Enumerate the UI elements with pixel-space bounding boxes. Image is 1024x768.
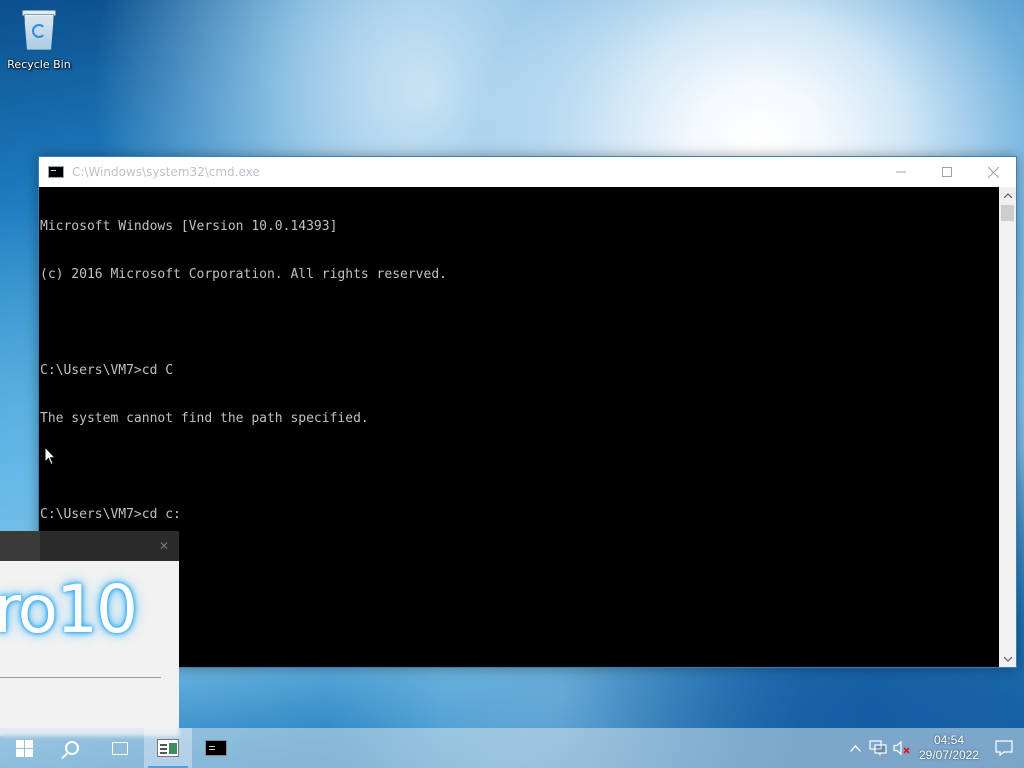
taskbar: 04:54 29/07/2022	[0, 728, 1024, 768]
background-window[interactable]: ✕ ro10	[0, 531, 179, 736]
start-button[interactable]	[0, 728, 48, 768]
scroll-thumb[interactable]	[1001, 205, 1014, 221]
desktop-icon-recycle-bin[interactable]: Recycle Bin	[4, 6, 74, 71]
console-prompt[interactable]: C:\Users\VM7>	[40, 651, 999, 667]
chevron-up-icon	[1003, 192, 1012, 198]
clock-time: 04:54	[933, 733, 965, 747]
search-icon	[65, 741, 79, 755]
background-window-titlebar[interactable]: ✕	[0, 531, 179, 561]
desktop-icon-label: Recycle Bin	[7, 58, 71, 71]
cmd-window-title: C:\Windows\system32\cmd.exe	[72, 165, 260, 179]
console-line: C:\Users\VM7>cd c:	[40, 507, 181, 522]
close-icon	[987, 166, 999, 178]
cmd-body: Microsoft Windows [Version 10.0.14393] (…	[39, 187, 1016, 667]
app-window-icon	[157, 739, 179, 757]
close-button[interactable]	[970, 157, 1016, 187]
console-output[interactable]: Microsoft Windows [Version 10.0.14393] (…	[39, 187, 999, 667]
volume-button[interactable]	[890, 728, 914, 768]
console-line: Microsoft Windows [Version 10.0.14393]	[40, 219, 338, 234]
maximize-icon	[942, 167, 952, 177]
task-view-button[interactable]	[96, 728, 144, 768]
minimize-button[interactable]	[878, 157, 924, 187]
recycle-bin-icon	[20, 6, 58, 52]
console-line: C:\Users\VM7>cd C	[40, 363, 174, 378]
product-logo: ro10	[0, 571, 138, 648]
network-icon	[869, 740, 887, 756]
scroll-up-button[interactable]	[999, 187, 1016, 203]
action-center-icon	[995, 740, 1013, 756]
vertical-scrollbar[interactable]	[999, 187, 1016, 667]
clock[interactable]: 04:54 29/07/2022	[914, 728, 984, 768]
minimize-icon	[896, 171, 906, 173]
cmd-icon	[205, 740, 227, 756]
chevron-down-icon	[1003, 656, 1012, 662]
scroll-down-button[interactable]	[999, 651, 1016, 667]
console-line: The system cannot find the path specifie…	[40, 411, 369, 426]
network-button[interactable]	[866, 728, 890, 768]
taskbar-cmd[interactable]	[192, 728, 240, 768]
chevron-up-icon	[849, 744, 861, 752]
mouse-cursor-icon	[44, 446, 56, 466]
cmd-window[interactable]: C:\Windows\system32\cmd.exe Microsoft Wi…	[38, 156, 1017, 668]
action-center-button[interactable]	[984, 728, 1024, 768]
system-tray: 04:54 29/07/2022	[844, 728, 1024, 768]
window-controls	[878, 157, 1016, 187]
windows-start-icon	[15, 739, 33, 757]
console-line: (c) 2016 Microsoft Corporation. All righ…	[40, 267, 447, 282]
close-icon[interactable]: ✕	[159, 539, 169, 553]
task-view-icon	[112, 741, 128, 755]
taskbar-app-window[interactable]	[144, 728, 192, 768]
divider	[0, 677, 161, 678]
search-button[interactable]	[48, 728, 96, 768]
maximize-button[interactable]	[924, 157, 970, 187]
show-hidden-icons-button[interactable]	[844, 728, 866, 768]
console-line: C:\Users\VM7	[40, 555, 999, 571]
cmd-icon[interactable]	[48, 166, 64, 178]
clock-date: 29/07/2022	[918, 748, 980, 762]
cmd-titlebar[interactable]: C:\Windows\system32\cmd.exe	[39, 157, 1016, 187]
volume-muted-icon	[893, 740, 910, 756]
